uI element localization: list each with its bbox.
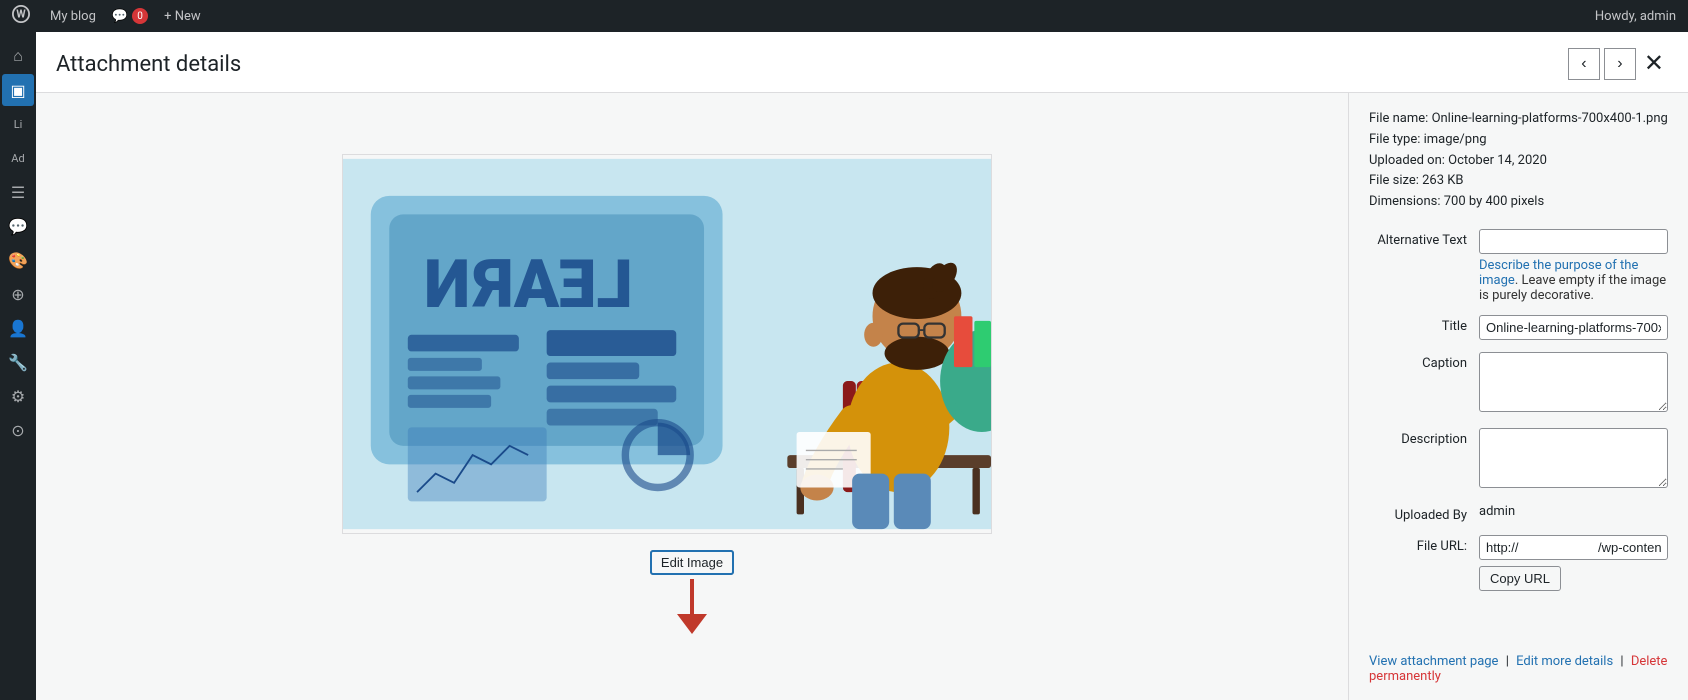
file-type-value: image/png bbox=[1424, 132, 1487, 147]
svg-text:W: W bbox=[16, 7, 26, 20]
comment-count: 0 bbox=[132, 8, 148, 24]
howdy-label: Howdy, admin bbox=[1595, 9, 1676, 24]
image-panel: LEARN bbox=[36, 93, 1348, 700]
dialog-nav: ‹ › ✕ bbox=[1568, 48, 1668, 80]
admin-bar: W My blog 💬 0 + New Howdy, admin bbox=[0, 0, 1688, 32]
red-arrow-indicator bbox=[672, 579, 712, 639]
file-name-value: Online-learning-platforms-700x400-1.png bbox=[1432, 111, 1668, 126]
caption-field bbox=[1479, 352, 1668, 416]
file-url-row: File URL: Copy URL bbox=[1369, 535, 1668, 591]
new-content-link[interactable]: + New bbox=[164, 9, 201, 24]
file-url-field: Copy URL bbox=[1479, 535, 1668, 591]
description-field bbox=[1479, 428, 1668, 492]
dimensions-value: 700 by 400 pixels bbox=[1444, 194, 1544, 209]
alt-text-input[interactable] bbox=[1479, 229, 1668, 254]
caption-row: Caption bbox=[1369, 352, 1668, 416]
sidebar-item-comments[interactable]: 💬 bbox=[2, 210, 34, 242]
uploaded-on-label: Uploaded on: bbox=[1369, 153, 1445, 168]
edit-image-button[interactable]: Edit Image bbox=[650, 550, 734, 575]
sidebar-item-users[interactable]: 👤 bbox=[2, 312, 34, 344]
dialog-title: Attachment details bbox=[56, 52, 241, 77]
close-dialog-button[interactable]: ✕ bbox=[1640, 48, 1668, 80]
modal-overlay: Attachment details ‹ › ✕ bbox=[36, 32, 1688, 700]
prev-attachment-button[interactable]: ‹ bbox=[1568, 48, 1600, 80]
dimensions-label: Dimensions: bbox=[1369, 194, 1441, 209]
file-type-label: File type: bbox=[1369, 132, 1420, 147]
comment-icon: 💬 bbox=[112, 9, 128, 24]
dialog-header: Attachment details ‹ › ✕ bbox=[36, 32, 1688, 93]
copy-url-button[interactable]: Copy URL bbox=[1479, 566, 1561, 591]
file-info: File name: Online-learning-platforms-700… bbox=[1369, 109, 1668, 213]
sidebar: ⌂ ▣ Li Ad ☰ 💬 🎨 ⊕ 👤 🔧 ⚙ ⊙ bbox=[0, 32, 36, 700]
view-attachment-link[interactable]: View attachment page bbox=[1369, 654, 1498, 669]
file-name-label: File name: bbox=[1369, 111, 1428, 126]
edit-image-button-container: Edit Image bbox=[650, 550, 734, 639]
title-input[interactable] bbox=[1479, 315, 1668, 340]
uploaded-on-value: October 14, 2020 bbox=[1448, 153, 1547, 168]
sidebar-item-circle[interactable]: ⊙ bbox=[2, 414, 34, 446]
uploaded-by-field: admin bbox=[1479, 504, 1668, 519]
attachment-dialog: Attachment details ‹ › ✕ bbox=[36, 32, 1688, 700]
title-row: Title bbox=[1369, 315, 1668, 340]
title-field bbox=[1479, 315, 1668, 340]
next-attachment-button[interactable]: › bbox=[1604, 48, 1636, 80]
separator-2: | bbox=[1620, 654, 1623, 669]
separator-1: | bbox=[1506, 654, 1509, 669]
file-url-input[interactable] bbox=[1479, 535, 1668, 560]
caption-label: Caption bbox=[1369, 352, 1479, 371]
description-row: Description bbox=[1369, 428, 1668, 492]
sidebar-item-plugins[interactable]: ⊕ bbox=[2, 278, 34, 310]
alt-text-row: Alternative Text Describe the purpose of… bbox=[1369, 229, 1668, 303]
sidebar-item-dashboard[interactable]: ⌂ bbox=[2, 40, 34, 72]
sidebar-item-add[interactable]: Ad bbox=[2, 142, 34, 174]
sidebar-item-tools[interactable]: 🔧 bbox=[2, 346, 34, 378]
sidebar-item-library[interactable]: Li bbox=[2, 108, 34, 140]
alt-text-help: Describe the purpose of the image. Leave… bbox=[1479, 258, 1668, 303]
dialog-footer-links: View attachment page | Edit more details… bbox=[1369, 638, 1668, 684]
alt-text-field: Describe the purpose of the image. Leave… bbox=[1479, 229, 1668, 303]
title-label: Title bbox=[1369, 315, 1479, 334]
uploaded-by-row: Uploaded By admin bbox=[1369, 504, 1668, 523]
dialog-body: LEARN bbox=[36, 93, 1688, 700]
svg-text:LEARN: LEARN bbox=[424, 246, 633, 324]
file-url-label: File URL: bbox=[1369, 535, 1479, 554]
details-panel: File name: Online-learning-platforms-700… bbox=[1348, 93, 1688, 700]
sidebar-item-media[interactable]: ▣ bbox=[2, 74, 34, 106]
file-size-value: 263 KB bbox=[1422, 173, 1463, 188]
wp-logo-icon[interactable]: W bbox=[12, 5, 30, 28]
uploaded-by-label: Uploaded By bbox=[1369, 504, 1479, 523]
file-size-label: File size: bbox=[1369, 173, 1419, 188]
alt-text-label: Alternative Text bbox=[1369, 229, 1479, 248]
description-input[interactable] bbox=[1479, 428, 1668, 488]
sidebar-item-appearance[interactable]: 🎨 bbox=[2, 244, 34, 276]
description-label: Description bbox=[1369, 428, 1479, 447]
sidebar-item-pages[interactable]: ☰ bbox=[2, 176, 34, 208]
comments-link[interactable]: 💬 0 bbox=[112, 8, 148, 24]
attachment-image-container: LEARN bbox=[342, 154, 1042, 534]
edit-more-details-link[interactable]: Edit more details bbox=[1516, 654, 1613, 669]
uploaded-by-value: admin bbox=[1479, 500, 1515, 519]
site-name[interactable]: My blog bbox=[50, 9, 96, 24]
sidebar-item-settings[interactable]: ⚙ bbox=[2, 380, 34, 412]
caption-input[interactable] bbox=[1479, 352, 1668, 412]
attachment-image: LEARN bbox=[342, 154, 992, 534]
